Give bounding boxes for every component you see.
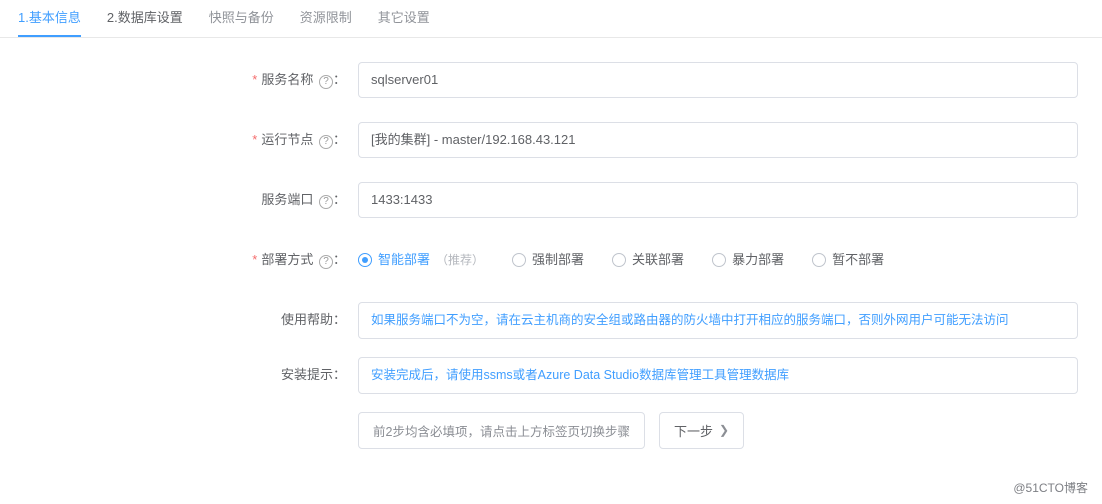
watermark: @51CTO博客 [1013, 479, 1088, 496]
tab-bar: 1.基本信息 2.数据库设置 快照与备份 资源限制 其它设置 [0, 0, 1102, 38]
radio-skip-deploy[interactable]: 暂不部署 [812, 242, 884, 278]
tab-db-settings[interactable]: 2.数据库设置 [107, 0, 183, 37]
radio-dot-icon [812, 253, 826, 267]
tab-other-settings[interactable]: 其它设置 [378, 0, 430, 37]
radio-brute-deploy[interactable]: 暴力部署 [712, 242, 784, 278]
row-service-port: 服务端口 ?： [0, 182, 1102, 218]
radio-dot-icon [612, 253, 626, 267]
run-node-input[interactable] [358, 122, 1078, 158]
row-service-name: 服务名称 ?： [0, 62, 1102, 98]
footer-bar: 前2步均含必填项，请点击上方标签页切换步骤 下一步❯ [358, 412, 1102, 449]
form-basic-info: 服务名称 ?： 运行节点 ?： 服务端口 ?： 部署方式 ?： 智能部署（推荐）… [0, 38, 1102, 473]
radio-dot-icon [712, 253, 726, 267]
help-icon[interactable]: ? [319, 135, 333, 149]
step-hint: 前2步均含必填项，请点击上方标签页切换步骤 [358, 412, 645, 449]
tab-snapshot-backup[interactable]: 快照与备份 [209, 0, 274, 37]
radio-dot-icon [358, 253, 372, 267]
radio-link-deploy[interactable]: 关联部署 [612, 242, 684, 278]
radio-force-deploy[interactable]: 强制部署 [512, 242, 584, 278]
next-button[interactable]: 下一步❯ [659, 412, 744, 449]
tab-resource-limit[interactable]: 资源限制 [300, 0, 352, 37]
row-deploy-mode: 部署方式 ?： 智能部署（推荐） 强制部署 关联部署 暴力部署 暂不部署 [0, 242, 1102, 278]
label-service-name: 服务名称 ?： [0, 62, 358, 98]
row-usage-help: 使用帮助： 如果服务端口不为空，请在云主机商的安全组或路由器的防火墙中打开相应的… [0, 302, 1102, 339]
row-run-node: 运行节点 ?： [0, 122, 1102, 158]
row-install-tip: 安装提示： 安装完成后，请使用ssms或者Azure Data Studio数据… [0, 357, 1102, 394]
label-run-node: 运行节点 ?： [0, 122, 358, 158]
label-install-tip: 安装提示： [0, 357, 358, 393]
help-icon[interactable]: ? [319, 195, 333, 209]
service-port-input[interactable] [358, 182, 1078, 218]
label-usage-help: 使用帮助： [0, 302, 358, 338]
deploy-mode-radio-group: 智能部署（推荐） 强制部署 关联部署 暴力部署 暂不部署 [358, 242, 884, 278]
service-name-input[interactable] [358, 62, 1078, 98]
label-deploy-mode: 部署方式 ?： [0, 242, 358, 278]
chevron-right-icon: ❯ [719, 423, 729, 437]
usage-help-text: 如果服务端口不为空，请在云主机商的安全组或路由器的防火墙中打开相应的服务端口，否… [358, 302, 1078, 339]
tab-basic-info[interactable]: 1.基本信息 [18, 0, 81, 37]
help-icon[interactable]: ? [319, 75, 333, 89]
radio-dot-icon [512, 253, 526, 267]
install-tip-text: 安装完成后，请使用ssms或者Azure Data Studio数据库管理工具管… [358, 357, 1078, 394]
radio-smart-deploy[interactable]: 智能部署（推荐） [358, 242, 484, 278]
help-icon[interactable]: ? [319, 255, 333, 269]
label-service-port: 服务端口 ?： [0, 182, 358, 218]
